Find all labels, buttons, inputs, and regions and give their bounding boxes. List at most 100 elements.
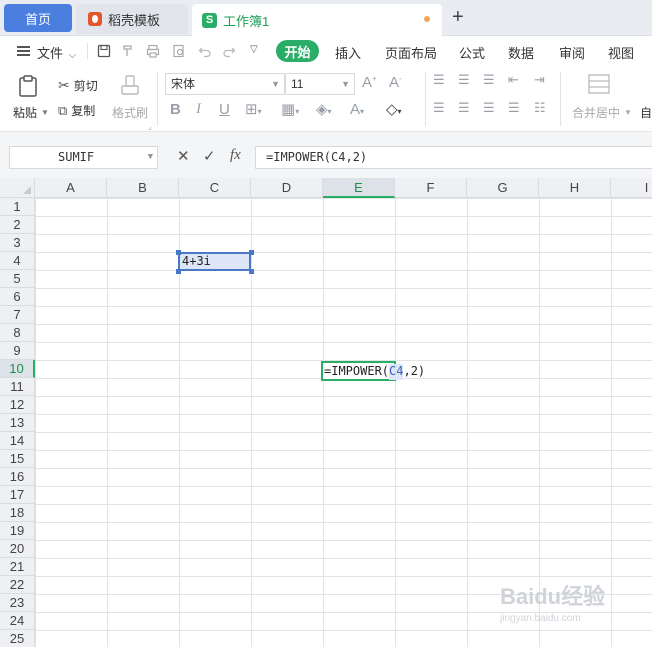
row-header-19[interactable]: 19 <box>0 522 35 540</box>
align-left-icon[interactable]: ☰ <box>433 100 445 116</box>
row-header-9[interactable]: 9 <box>0 342 35 360</box>
hamburger-icon[interactable] <box>17 46 30 56</box>
row-header-1[interactable]: 1 <box>0 198 35 216</box>
confirm-check-icon[interactable]: ✓ <box>203 147 216 165</box>
format-painter-icon[interactable] <box>120 75 140 97</box>
column-header-g[interactable]: G <box>467 178 539 198</box>
cancel-x-icon[interactable]: ✕ <box>177 147 190 165</box>
insert-function-fx-icon[interactable]: fx <box>230 147 241 164</box>
spreadsheet-grid[interactable]: A B C D E F G H I 1 2 3 4 5 6 7 8 9 10 11 12 13 14 15 16 17 18 19 20… <box>0 178 652 647</box>
row-header-12[interactable]: 12 <box>0 396 35 414</box>
increase-font-icon[interactable]: A+ <box>362 74 377 91</box>
justify-icon[interactable]: ☰ <box>508 100 520 116</box>
row-header-2[interactable]: 2 <box>0 216 35 234</box>
increase-indent-icon[interactable]: ⇥ <box>534 72 545 88</box>
menu-formulas[interactable]: 公式 <box>459 43 485 62</box>
row-header-5[interactable]: 5 <box>0 270 35 288</box>
clear-format-eraser-icon[interactable]: ◇▾ <box>386 100 402 118</box>
column-header-a[interactable]: A <box>35 178 107 198</box>
name-box[interactable]: SUMIF ▼ <box>9 146 158 169</box>
font-size-select[interactable]: 11 ▼ <box>285 73 355 95</box>
decrease-indent-icon[interactable]: ⇤ <box>508 72 519 88</box>
print-preview-icon[interactable] <box>172 44 186 58</box>
row-header-6[interactable]: 6 <box>0 288 35 306</box>
menu-data[interactable]: 数据 <box>508 43 534 62</box>
row-header-7[interactable]: 7 <box>0 306 35 324</box>
menu-home-active[interactable]: 开始 <box>276 40 319 62</box>
quick-access-dropdown-icon[interactable]: ▽ <box>250 44 258 55</box>
copy-button[interactable]: ⧉ 复制 <box>58 102 95 119</box>
menu-file[interactable]: 文件 ⌵ <box>37 43 76 62</box>
row-header-8[interactable]: 8 <box>0 324 35 342</box>
menu-review[interactable]: 审阅 <box>559 43 585 62</box>
row-header-4[interactable]: 4 <box>0 252 35 270</box>
undo-icon[interactable] <box>198 44 212 58</box>
align-middle-icon[interactable]: ☰ <box>458 72 470 88</box>
row-header-16[interactable]: 16 <box>0 468 35 486</box>
decrease-font-icon[interactable]: A- <box>389 74 402 91</box>
merge-center-icon[interactable] <box>588 74 610 94</box>
row-header-25[interactable]: 25 <box>0 630 35 647</box>
row-header-22[interactable]: 22 <box>0 576 35 594</box>
row-header-18[interactable]: 18 <box>0 504 35 522</box>
row-header-13[interactable]: 13 <box>0 414 35 432</box>
row-header-24[interactable]: 24 <box>0 612 35 630</box>
resize-handle[interactable] <box>249 269 254 274</box>
row-header-14[interactable]: 14 <box>0 432 35 450</box>
resize-handle[interactable] <box>249 250 254 255</box>
column-header-f[interactable]: F <box>395 178 467 198</box>
font-color-icon[interactable]: A▾ <box>350 101 364 118</box>
tab-template[interactable]: 稻壳模板 <box>76 4 188 34</box>
row-header-10[interactable]: 10 <box>0 360 35 378</box>
formula-input[interactable]: =IMPOWER(C4,2) <box>255 146 652 169</box>
fill-color-icon[interactable]: ◈▾ <box>316 100 332 118</box>
gridline-horizontal <box>35 414 652 415</box>
tab-workbook[interactable]: S 工作簿1 <box>192 4 442 36</box>
column-header-h[interactable]: H <box>539 178 611 198</box>
align-center-icon[interactable]: ☰ <box>458 100 470 116</box>
paste-icon[interactable] <box>17 74 41 98</box>
align-right-icon[interactable]: ☰ <box>483 100 495 116</box>
column-header-d[interactable]: D <box>251 178 323 198</box>
column-header-i[interactable]: I <box>611 178 652 198</box>
menu-page-layout[interactable]: 页面布局 <box>385 43 437 62</box>
resize-handle[interactable] <box>176 250 181 255</box>
row-header-3[interactable]: 3 <box>0 234 35 252</box>
new-tab-plus-icon[interactable]: + <box>452 5 464 29</box>
redo-icon[interactable] <box>222 44 236 58</box>
format-paint-icon[interactable] <box>121 44 135 58</box>
column-header-b[interactable]: B <box>107 178 179 198</box>
print-icon[interactable] <box>146 44 160 58</box>
save-icon[interactable] <box>97 44 111 58</box>
distributed-align-icon[interactable]: ☷ <box>534 100 546 116</box>
tab-home[interactable]: 首页 <box>4 4 72 32</box>
bold-icon[interactable]: B <box>170 101 181 118</box>
row-header-11[interactable]: 11 <box>0 378 35 396</box>
row-header-23[interactable]: 23 <box>0 594 35 612</box>
italic-icon[interactable]: I <box>196 101 201 118</box>
row-header-21[interactable]: 21 <box>0 558 35 576</box>
border-icon[interactable]: ⊞▾ <box>245 100 262 118</box>
underline-icon[interactable]: U <box>219 101 230 118</box>
cell-c4[interactable]: 4+3i <box>178 252 251 271</box>
align-top-icon[interactable]: ☰ <box>433 72 445 88</box>
column-header-e[interactable]: E <box>323 178 395 198</box>
align-bottom-icon[interactable]: ☰ <box>483 72 495 88</box>
paste-button[interactable]: 粘贴 ▼ <box>13 104 49 121</box>
menu-insert[interactable]: 插入 <box>335 43 361 62</box>
row-header-15[interactable]: 15 <box>0 450 35 468</box>
font-name-select[interactable]: 宋体 ▼ <box>165 73 285 95</box>
format-painter-button[interactable]: 格式刷 <box>112 104 148 121</box>
merge-center-button[interactable]: 合并居中 ▼ <box>572 104 632 121</box>
row-header-20[interactable]: 20 <box>0 540 35 558</box>
clipboard-expand-icon[interactable]: ⌟ <box>148 122 152 131</box>
fill-pattern-icon[interactable]: ▦▾ <box>281 100 299 118</box>
cut-button[interactable]: ✂ 剪切 <box>58 77 98 94</box>
cell-e10-formula[interactable]: =IMPOWER(C4,2) <box>324 364 425 380</box>
menu-view[interactable]: 视图 <box>608 43 634 62</box>
resize-handle[interactable] <box>176 269 181 274</box>
select-all-corner[interactable] <box>0 178 35 198</box>
row-header-17[interactable]: 17 <box>0 486 35 504</box>
column-header-c[interactable]: C <box>179 178 251 198</box>
auto-wrap-button[interactable]: 自 <box>640 104 652 121</box>
